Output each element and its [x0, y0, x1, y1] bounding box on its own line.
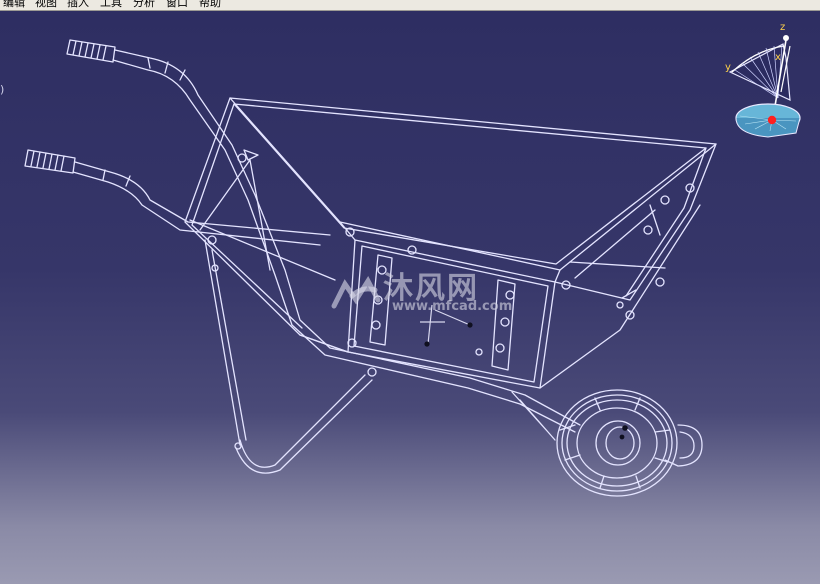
menu-tools[interactable]: 工具 — [100, 0, 122, 10]
front-leg — [239, 374, 366, 468]
menu-insert[interactable]: 插入 — [67, 0, 89, 10]
wheel — [556, 389, 703, 497]
left-grip — [66, 39, 116, 63]
menu-window[interactable]: 窗口 — [166, 0, 188, 10]
menu-bar: 编辑 视图 插入 工具 分析 窗口 帮助 — [0, 0, 820, 11]
menu-view[interactable]: 视图 — [35, 0, 57, 10]
compass-y-label: y — [725, 62, 731, 73]
compass-base-dot — [767, 115, 777, 125]
tray-rim — [229, 97, 717, 271]
menu-edit[interactable]: 编辑 — [3, 0, 25, 10]
compass-z-label: z — [780, 22, 785, 33]
watermark-url: www.mfcad.com — [392, 299, 513, 314]
3d-viewport[interactable]: ) z x y 沐风网 www.mfcad.com — [0, 11, 820, 584]
right-grip — [24, 149, 76, 174]
left-handle-tube — [114, 49, 581, 426]
compass-x-label: x — [775, 52, 781, 63]
menu-analyze[interactable]: 分析 — [133, 0, 155, 10]
compass-widget — [728, 35, 801, 138]
menu-help[interactable]: 帮助 — [199, 0, 221, 10]
watermark-logo — [331, 276, 381, 309]
